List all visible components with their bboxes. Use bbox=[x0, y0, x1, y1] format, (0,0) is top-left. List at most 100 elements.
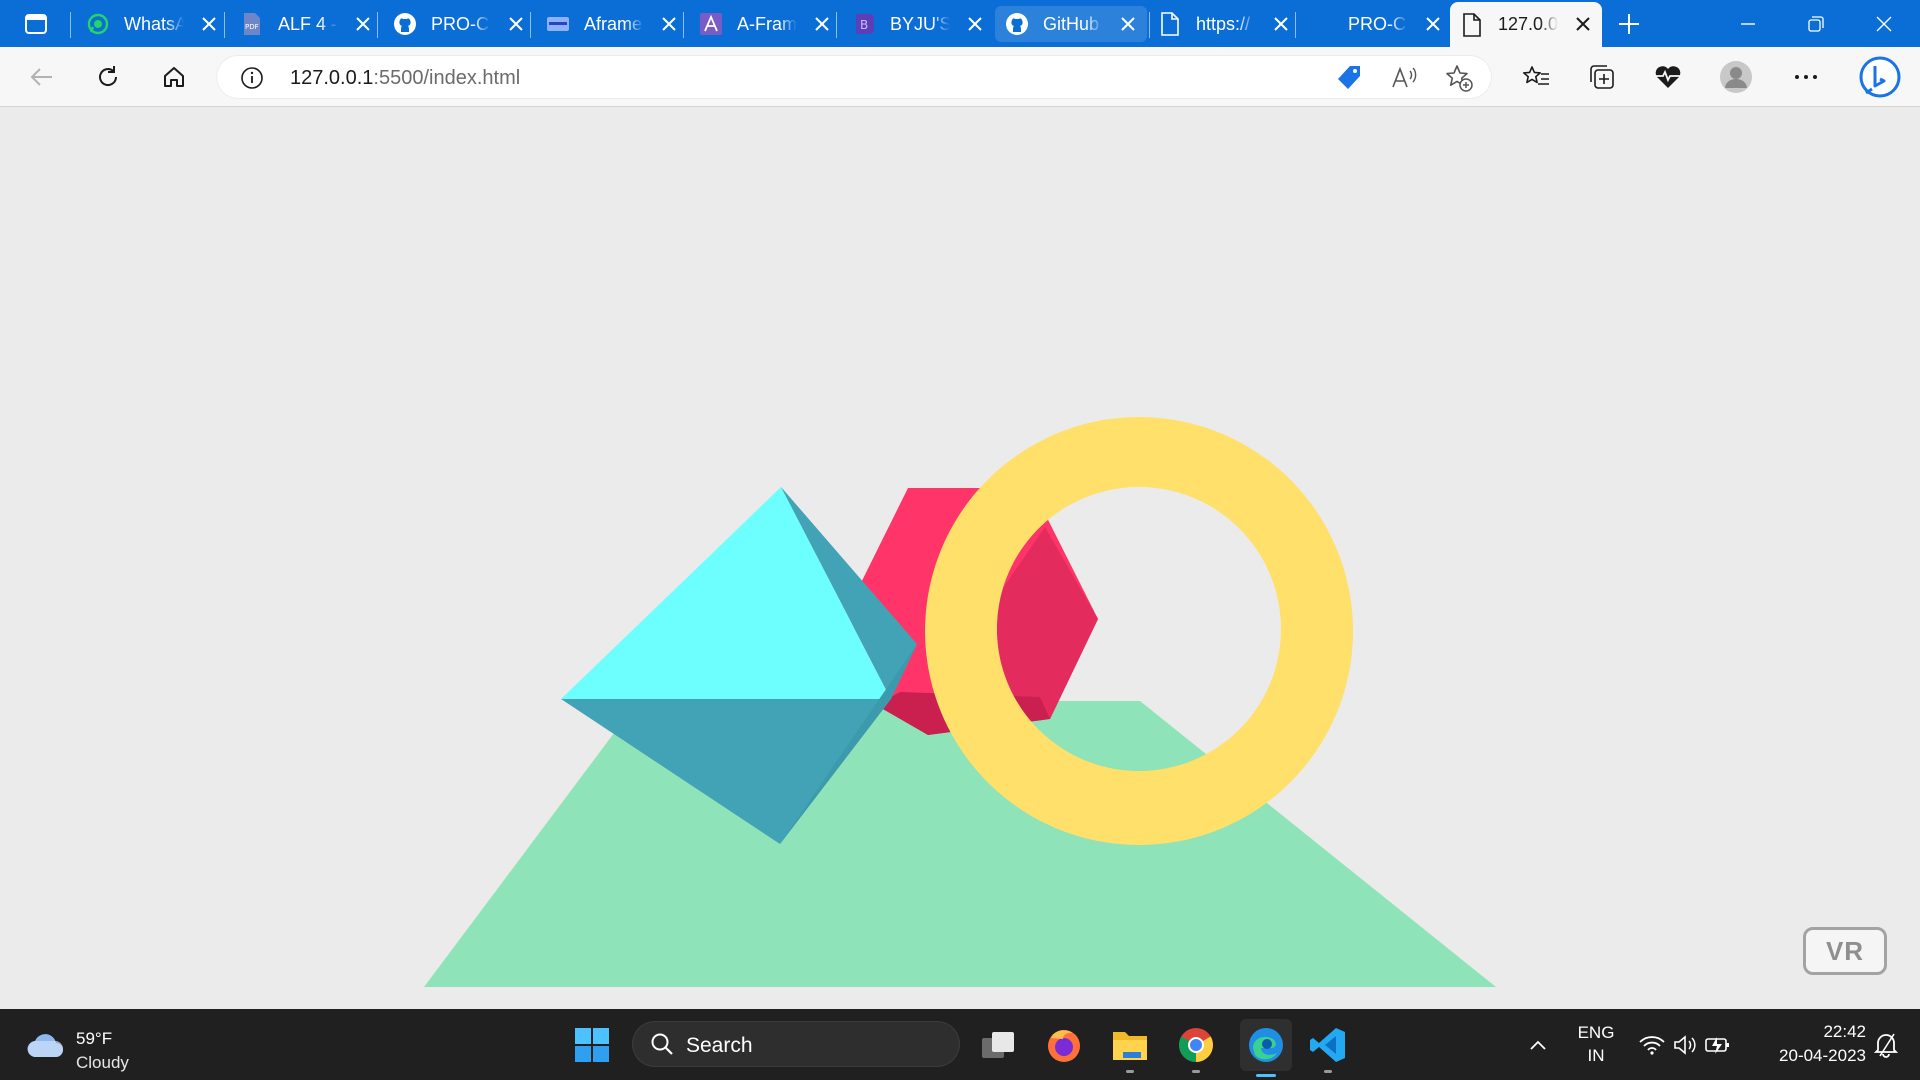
tab-alf-pdf[interactable]: PDF ALF 4 - PDF bbox=[230, 6, 382, 42]
edge-icon bbox=[1249, 1028, 1283, 1062]
active-indicator bbox=[1256, 1074, 1276, 1077]
tab-separator bbox=[836, 12, 837, 38]
close-tab-icon[interactable] bbox=[658, 13, 680, 35]
close-window-button[interactable] bbox=[1862, 8, 1906, 40]
refresh-button[interactable] bbox=[90, 59, 126, 95]
chevron-up-icon bbox=[1530, 1040, 1546, 1050]
close-tab-icon[interactable] bbox=[1117, 13, 1139, 35]
running-indicator bbox=[1126, 1070, 1134, 1073]
tab-https[interactable]: https:// bbox=[1148, 6, 1300, 42]
tab-active-localhost[interactable]: 127.0.0.1 bbox=[1450, 2, 1602, 47]
tab-pro-c-github[interactable]: PRO-C bbox=[383, 6, 535, 42]
svg-text:B: B bbox=[860, 18, 868, 32]
close-tab-icon[interactable] bbox=[1572, 13, 1594, 35]
tab-actions-icon bbox=[25, 14, 47, 34]
tab-byjus[interactable]: B BYJU'S bbox=[842, 6, 994, 42]
collections-button[interactable] bbox=[1584, 59, 1620, 95]
clock-time: 22:42 bbox=[1823, 1022, 1866, 1041]
blank-favicon bbox=[1310, 12, 1334, 36]
browser-toolbar: 127.0.0.1:5500/index.html bbox=[0, 47, 1920, 107]
plus-icon bbox=[1619, 14, 1639, 34]
taskbar-file-explorer[interactable] bbox=[1108, 1023, 1152, 1073]
notification-button[interactable] bbox=[1870, 1023, 1902, 1067]
start-button[interactable] bbox=[570, 1023, 614, 1067]
address-bar[interactable]: 127.0.0.1:5500/index.html bbox=[216, 55, 1492, 99]
language-code: ENG bbox=[1577, 1023, 1615, 1042]
tab-separator bbox=[70, 12, 71, 38]
restore-button[interactable] bbox=[1794, 8, 1838, 40]
github-icon bbox=[393, 12, 417, 36]
shopping-tag-icon[interactable] bbox=[1336, 65, 1362, 96]
firefox-icon bbox=[1048, 1030, 1080, 1062]
close-tab-icon[interactable] bbox=[1270, 13, 1292, 35]
pdf-icon: PDF bbox=[240, 12, 264, 36]
wifi-icon bbox=[1639, 1036, 1665, 1055]
clock[interactable]: 22:42 20-04-2023 bbox=[1756, 1022, 1866, 1066]
windows-logo-icon bbox=[575, 1028, 609, 1062]
new-tab-button[interactable] bbox=[1614, 10, 1644, 38]
aframe-scene[interactable]: VR bbox=[0, 107, 1920, 1009]
home-button[interactable] bbox=[156, 59, 192, 95]
taskbar-chrome[interactable] bbox=[1174, 1023, 1218, 1073]
close-tab-icon[interactable] bbox=[964, 13, 986, 35]
folder-icon bbox=[1113, 1032, 1147, 1060]
favorites-button[interactable] bbox=[1518, 59, 1554, 95]
show-hidden-icons-button[interactable] bbox=[1516, 1023, 1560, 1067]
tab-title: PRO-C bbox=[1348, 13, 1406, 34]
more-options-button[interactable] bbox=[1788, 59, 1824, 95]
tab-actions-button[interactable] bbox=[18, 10, 54, 38]
tab-title: ALF 4 - PDF bbox=[278, 13, 338, 34]
url-text[interactable]: 127.0.0.1:5500/index.html bbox=[290, 67, 520, 90]
minimize-icon bbox=[1741, 23, 1755, 25]
bing-icon bbox=[1859, 56, 1901, 98]
tab-github[interactable]: GitHub bbox=[995, 6, 1147, 42]
tab-title: BYJU'S bbox=[890, 13, 950, 34]
close-tab-icon[interactable] bbox=[505, 13, 527, 35]
tab-aframe[interactable]: Aframe bbox=[536, 6, 688, 42]
weather-widget[interactable]: 59°F Cloudy bbox=[26, 1021, 206, 1072]
close-tab-icon[interactable] bbox=[811, 13, 833, 35]
vr-mode-button[interactable]: VR bbox=[1803, 927, 1887, 975]
taskbar-search[interactable]: Search bbox=[632, 1021, 960, 1067]
close-tab-icon[interactable] bbox=[1422, 13, 1444, 35]
back-button[interactable] bbox=[24, 59, 60, 95]
bing-chat-button[interactable] bbox=[1856, 53, 1904, 101]
profile-button[interactable] bbox=[1718, 59, 1754, 95]
byjus-icon: B bbox=[852, 12, 876, 36]
language-indicator[interactable]: ENG IN bbox=[1574, 1023, 1618, 1066]
running-indicator bbox=[1192, 1070, 1200, 1073]
tab-separator bbox=[530, 12, 531, 38]
volume-icon bbox=[1674, 1035, 1696, 1055]
task-view-icon bbox=[982, 1032, 1014, 1058]
tab-pro-c[interactable]: PRO-C bbox=[1300, 6, 1452, 42]
tab-a-frame[interactable]: A-Frame bbox=[689, 6, 841, 42]
tab-title: https:// bbox=[1196, 13, 1251, 34]
close-tab-icon[interactable] bbox=[198, 13, 220, 35]
restore-icon bbox=[1808, 16, 1824, 32]
page-icon bbox=[1158, 12, 1182, 36]
chrome-icon bbox=[1179, 1028, 1213, 1062]
task-view-button[interactable] bbox=[976, 1023, 1020, 1067]
tab-strip: WhatsApp PDF ALF 4 - PDF PRO-C Aframe A-… bbox=[0, 0, 1920, 47]
back-arrow-icon bbox=[30, 68, 52, 86]
add-favorite-icon[interactable] bbox=[1445, 64, 1473, 97]
browser-essentials-button[interactable] bbox=[1650, 59, 1686, 95]
read-aloud-icon[interactable] bbox=[1391, 65, 1419, 96]
windows-taskbar: 59°F Cloudy Search ENG IN 22:42 20-04-20… bbox=[0, 1009, 1920, 1080]
taskbar-edge[interactable] bbox=[1240, 1019, 1292, 1077]
weather-condition: Cloudy bbox=[76, 1053, 129, 1072]
taskbar-vscode[interactable] bbox=[1306, 1023, 1350, 1073]
cloud-icon bbox=[27, 1034, 64, 1058]
aframe-icon bbox=[546, 12, 570, 36]
page-icon bbox=[1460, 12, 1484, 37]
minimize-button[interactable] bbox=[1726, 8, 1770, 40]
svg-text:PDF: PDF bbox=[245, 23, 259, 31]
close-tab-icon[interactable] bbox=[352, 13, 374, 35]
quick-settings-button[interactable] bbox=[1630, 1023, 1740, 1067]
taskbar-firefox[interactable] bbox=[1042, 1023, 1086, 1067]
torus bbox=[925, 417, 1354, 845]
info-icon[interactable] bbox=[240, 66, 264, 95]
tab-whatsapp[interactable]: WhatsApp bbox=[76, 6, 228, 42]
favorites-icon bbox=[1523, 66, 1549, 85]
tab-separator bbox=[224, 12, 225, 38]
